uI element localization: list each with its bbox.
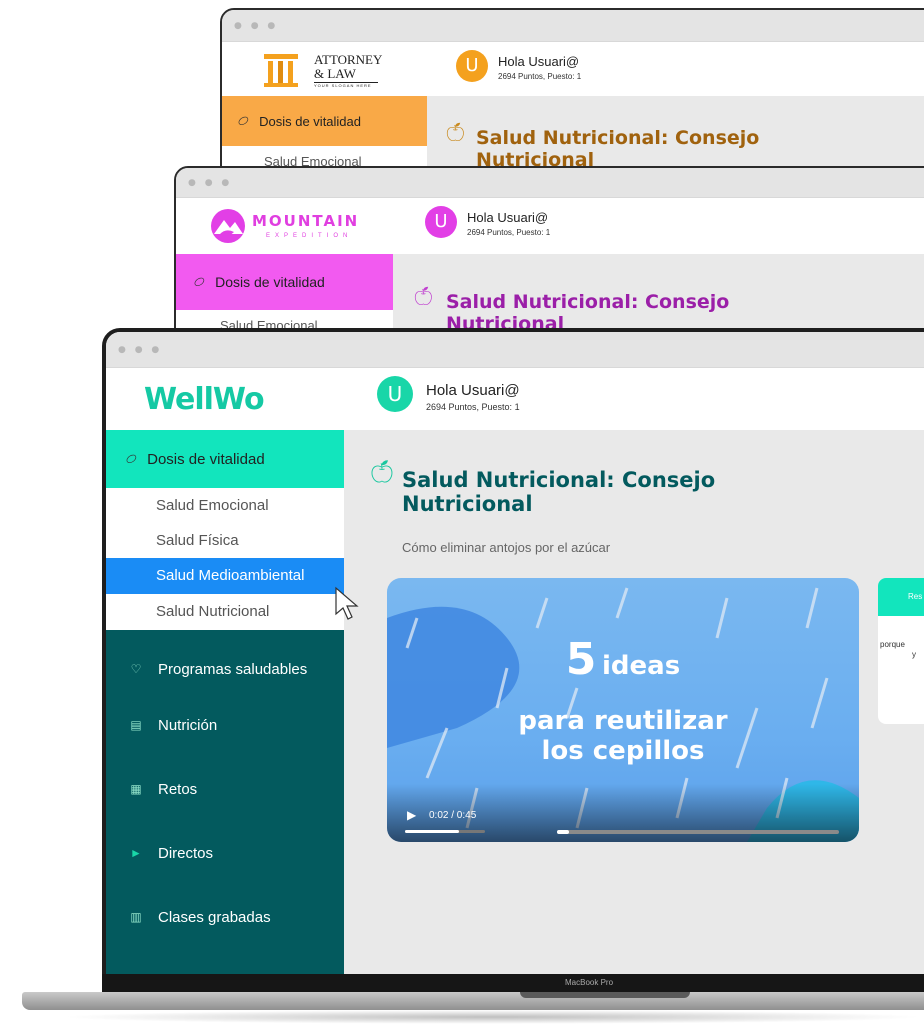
heart-check-icon: ♡	[130, 662, 142, 676]
mountain-icon	[211, 209, 245, 243]
challenge-icon: ▦	[130, 782, 142, 796]
avatar[interactable]: U	[377, 376, 413, 412]
app-header: MOUNTAIN EXPEDITION U Hola Usuari@ 2694 …	[176, 198, 924, 254]
panel-header[interactable]: Res	[878, 578, 924, 616]
laptop-label: MacBook Pro	[565, 978, 614, 987]
nav-label: Nutrición	[158, 716, 218, 734]
brand-line2: & LAW	[314, 66, 378, 83]
apple-icon: 🍏︎	[412, 286, 435, 307]
volume-level	[405, 830, 460, 833]
apple-icon: 🍏︎	[444, 122, 467, 143]
progress-bar[interactable]	[557, 830, 839, 834]
nav-dosis-de-vitalidad[interactable]: ⬭ Dosis de vitalidad	[222, 96, 427, 146]
panel-text-1: porque	[880, 640, 905, 649]
greeting: Hola Usuari@	[498, 54, 580, 69]
submenu-salud-medioambiental[interactable]: Salud Medioambiental	[106, 558, 344, 594]
points: 2694 Puntos, Puesto: 1	[426, 402, 520, 412]
video-player[interactable]: 5 ideas para reutilizar los cepillos ▶ 0…	[387, 578, 859, 842]
nav-retos[interactable]: ▦ Retos	[106, 756, 344, 822]
video-line1: ideas	[602, 651, 681, 681]
play-icon: ►	[130, 846, 142, 860]
window-titlebar: ● ● ●	[176, 168, 924, 198]
submenu-salud-emocional[interactable]: Salud Emocional	[106, 488, 344, 524]
video-big-number: 5	[565, 634, 597, 685]
app-header: ATTORNEY & LAW YOUR SLOGAN HERE U Hola U…	[222, 42, 924, 96]
mountain-logo: MOUNTAIN EXPEDITION	[210, 208, 380, 248]
submenu-label: Salud Física	[156, 532, 239, 549]
laptop-base: MacBook Pro	[0, 974, 924, 1031]
nav-dosis-de-vitalidad[interactable]: ⬭ Dosis de vitalidad	[176, 254, 393, 310]
submenu: Salud Emocional Salud Física Salud Medio…	[106, 488, 344, 630]
document-icon: ▤	[130, 718, 142, 732]
page-subtitle: Cómo eliminar antojos por el azúcar	[402, 540, 611, 555]
app-header: WellWo U Hola Usuari@ 2694 Puntos, Puest…	[106, 368, 924, 430]
laptop-notch	[520, 992, 690, 998]
points: 2694 Puntos, Puesto: 1	[498, 72, 582, 81]
laptop-bezel	[102, 974, 924, 992]
brand-slogan: YOUR SLOGAN HERE	[314, 83, 372, 88]
window-titlebar: ● ● ●	[222, 10, 924, 42]
nav-label: Dosis de vitalidad	[147, 450, 265, 468]
brand-name: WellWo	[144, 382, 265, 417]
video-line2: para reutilizar	[518, 706, 728, 736]
greeting: Hola Usuari@	[467, 210, 549, 225]
window-titlebar: ● ● ●	[106, 332, 924, 368]
brand-tagline: EXPEDITION	[266, 233, 353, 239]
attorney-logo: ATTORNEY & LAW YOUR SLOGAN HERE	[262, 50, 392, 90]
video-controls: ▶ 0:02 / 0:45	[387, 784, 859, 842]
laptop-deck	[22, 992, 924, 1010]
nav-label: Directos	[158, 844, 214, 862]
wellwo-logo: WellWo	[144, 382, 265, 417]
video-headline: 5 ideas	[387, 634, 859, 685]
submenu-salud-nutricional[interactable]: Salud Nutricional	[106, 594, 344, 630]
play-icon[interactable]: ▶	[407, 808, 416, 822]
nav-label: Programas saludables	[158, 660, 308, 678]
page-title: Salud Nutricional: Consejo Nutricional	[402, 468, 716, 517]
nav-label: Retos	[158, 780, 198, 798]
submenu-salud-fisica[interactable]: Salud Física	[106, 524, 344, 558]
nav-label: Dosis de vitalidad	[215, 274, 325, 290]
video-library-icon: ▥	[130, 910, 142, 924]
sidebar: ⬭ Dosis de vitalidad Salud Emocional Sal…	[106, 430, 344, 996]
window-controls[interactable]: ● ● ●	[118, 345, 162, 355]
submenu-label: Salud Nutricional	[156, 603, 270, 620]
resource-panel: Res porque y	[878, 578, 924, 724]
cursor-icon	[335, 586, 359, 620]
avatar[interactable]: U	[456, 50, 488, 82]
nav-clases-grabadas[interactable]: ▥ Clases grabadas	[106, 884, 344, 950]
nav-dosis-de-vitalidad[interactable]: ⬭ Dosis de vitalidad	[106, 430, 344, 488]
window-controls[interactable]: ● ● ●	[234, 21, 278, 31]
progress-fill	[557, 830, 570, 834]
nav-nutricion[interactable]: ▤ Nutrición	[106, 692, 344, 758]
wellwo-window: ● ● ● WellWo U Hola Usuari@ 2694 Puntos,…	[102, 328, 924, 1000]
volume-bar[interactable]	[405, 830, 485, 833]
video-line3: los cepillos	[541, 736, 705, 766]
points: 2694 Puntos, Puesto: 1	[467, 228, 551, 237]
avatar[interactable]: U	[425, 206, 457, 238]
apple-icon: 🍏︎	[368, 460, 396, 485]
nav-label: Dosis de vitalidad	[259, 113, 361, 129]
nav-directos[interactable]: ► Directos	[106, 820, 344, 886]
panel-header-label: Res	[908, 592, 923, 601]
pill-icon: ⬭	[234, 111, 253, 130]
submenu-label: Salud Emocional	[156, 497, 269, 514]
main-nav: ♡ Programas saludables ▤ Nutrición ▦ Ret…	[106, 630, 344, 996]
submenu-label: Salud Medioambiental	[156, 567, 305, 584]
brand-name: MOUNTAIN	[252, 212, 360, 230]
pillar-icon	[264, 54, 298, 87]
window-controls[interactable]: ● ● ●	[188, 178, 232, 188]
pill-icon: ⬭	[190, 272, 209, 291]
nav-label: Clases grabadas	[158, 908, 271, 926]
panel-text-2: y	[912, 650, 916, 659]
greeting: Hola Usuari@	[426, 382, 520, 399]
pill-icon: ⬭	[122, 449, 141, 468]
video-time: 0:02 / 0:45	[429, 810, 477, 821]
laptop-shadow	[60, 1010, 924, 1024]
